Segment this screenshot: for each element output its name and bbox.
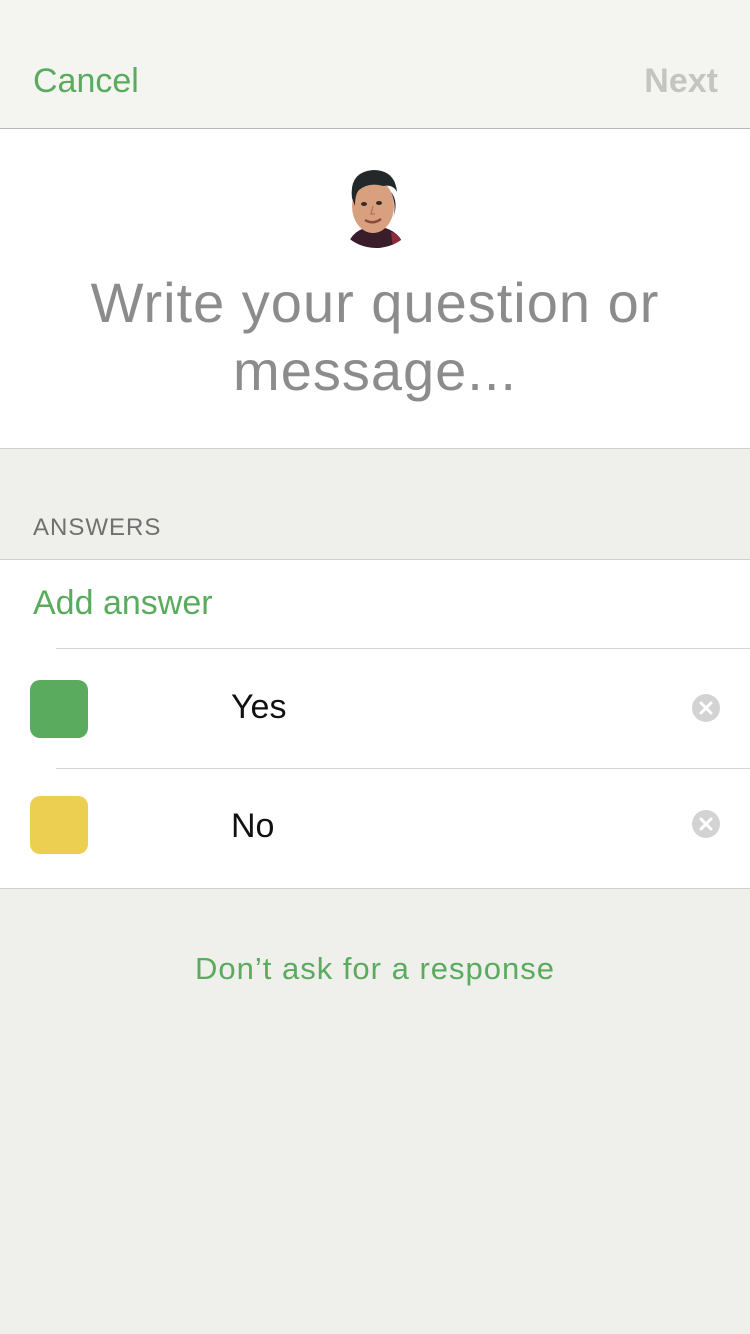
clear-icon[interactable] [692,810,720,838]
cancel-button[interactable]: Cancel [33,62,139,101]
answer-label[interactable]: Yes [231,688,286,727]
answer-row-no[interactable]: No [0,769,750,889]
answer-row-yes[interactable]: Yes [0,649,750,769]
answer-label[interactable]: No [231,807,274,846]
avatar [333,162,419,248]
answers-list: Add answer Yes No [0,559,750,889]
next-button[interactable]: Next [644,62,718,101]
message-input[interactable]: Write your question or message... [40,269,710,405]
navigation-bar: Cancel Next [0,0,750,129]
answer-color-swatch[interactable] [30,680,88,738]
message-composer: Write your question or message... [0,129,750,449]
dont-ask-response-button[interactable]: Don’t ask for a response [0,951,750,987]
answer-color-swatch[interactable] [30,796,88,854]
clear-icon[interactable] [692,694,720,722]
compose-screen: Cancel Next Write your question or messa… [0,0,750,1334]
answers-section-header: ANSWERS [33,514,162,541]
user-photo-icon [333,162,419,248]
add-answer-button[interactable]: Add answer [33,584,213,623]
